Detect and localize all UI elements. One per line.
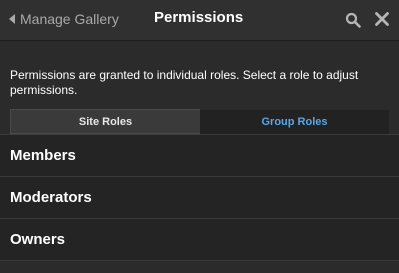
roles-list: Members Moderators Owners: [0, 134, 399, 261]
permissions-description: Permissions are granted to individual ro…: [10, 68, 359, 97]
back-button[interactable]: Manage Gallery: [9, 10, 119, 28]
role-item-owners[interactable]: Owners: [0, 219, 399, 261]
permissions-panel: Manage Gallery Permissions Permissions a…: [0, 0, 399, 273]
role-item-moderators[interactable]: Moderators: [0, 177, 399, 219]
header-bar: Manage Gallery Permissions: [0, 0, 399, 41]
chevron-left-icon: [9, 14, 15, 24]
page-title: Permissions: [154, 9, 244, 26]
role-label: Owners: [10, 231, 66, 248]
role-item-members[interactable]: Members: [0, 135, 399, 177]
tab-site-roles[interactable]: Site Roles: [10, 109, 200, 134]
role-label: Moderators: [10, 189, 92, 206]
role-label: Members: [10, 147, 76, 164]
back-label: Manage Gallery: [20, 11, 119, 27]
role-tabs: Site Roles Group Roles: [10, 109, 389, 134]
close-icon[interactable]: [374, 11, 390, 27]
search-icon[interactable]: [345, 12, 361, 28]
tab-group-roles[interactable]: Group Roles: [200, 109, 389, 134]
